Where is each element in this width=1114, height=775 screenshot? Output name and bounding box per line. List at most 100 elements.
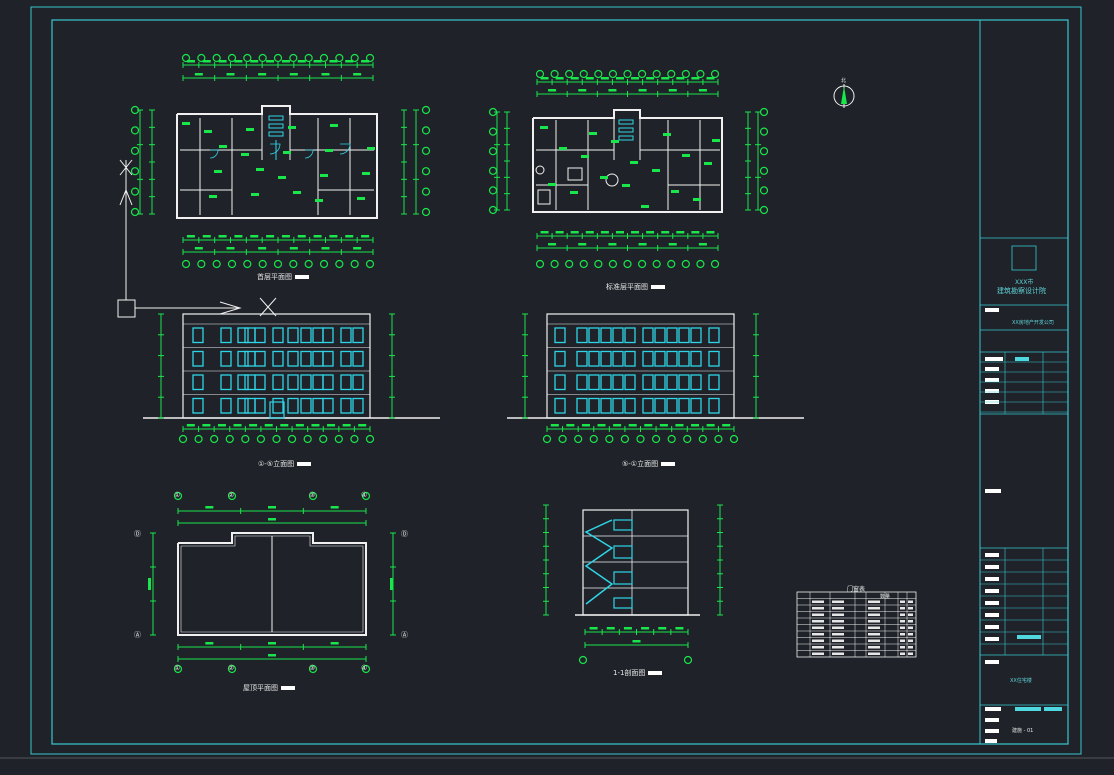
title-block-field [1044, 707, 1062, 711]
dimension-text [676, 231, 685, 234]
typical-floor-plan [532, 109, 723, 213]
window [666, 374, 678, 391]
first-floor-plan [176, 105, 378, 219]
window [642, 374, 654, 391]
room-label [278, 176, 286, 179]
section-window [613, 519, 633, 531]
dimension-text [600, 231, 609, 234]
room-label [704, 162, 712, 165]
window [220, 397, 232, 414]
window [588, 374, 600, 391]
title-block-field [985, 601, 999, 605]
axis-bubble-icon [652, 69, 661, 79]
axis-bubble-icon [243, 53, 252, 63]
dimension-text [698, 89, 707, 92]
window [220, 374, 232, 391]
axis-bubble-icon [698, 434, 707, 444]
section-window [613, 571, 633, 585]
roof-axis-4-bottom: ④ [361, 664, 368, 672]
window [708, 327, 720, 344]
ucs-icon [117, 159, 277, 318]
north-arrow-icon: 北 [833, 77, 855, 108]
dimension-text [615, 231, 624, 234]
stair [618, 135, 634, 141]
dimension-text [646, 77, 655, 80]
axis-bubble-icon [181, 259, 191, 269]
room-label [362, 172, 370, 175]
axis-bubble-icon [623, 69, 632, 79]
dimension-text [217, 424, 226, 427]
dimension-text [581, 424, 590, 427]
window [600, 374, 612, 391]
table-cell [832, 633, 844, 636]
cad-drawing-canvas[interactable]: 北 [0, 0, 1114, 775]
dimension-text [631, 77, 640, 80]
room-label [671, 190, 679, 193]
title-block-field [985, 660, 999, 664]
table-cell [832, 613, 844, 616]
room-label [219, 145, 227, 148]
table-cell [900, 613, 905, 616]
axis-bubble-icon [637, 259, 647, 269]
axis-bubble-icon [258, 259, 267, 269]
dimension-text [675, 627, 684, 630]
axis-bubble-icon [589, 434, 598, 444]
axis-bubble-icon [667, 259, 676, 269]
window [254, 350, 266, 367]
room-label [293, 191, 301, 194]
table-cell [812, 626, 824, 629]
room-label [357, 197, 365, 200]
table-icon [605, 173, 619, 187]
dimension-text [264, 424, 273, 427]
table-cell [868, 626, 880, 629]
roof-plan [148, 532, 393, 636]
dimension-text [613, 424, 622, 427]
axis-bubble-icon [130, 126, 140, 135]
axis-bubble-icon [488, 147, 498, 156]
roof-axis-a-right: Ⓐ [401, 631, 408, 639]
door-swing [269, 143, 281, 155]
window [340, 374, 352, 391]
axis-bubble-icon [421, 167, 431, 176]
window [654, 374, 666, 391]
axis-bubble-icon [243, 259, 252, 269]
title-block-field [985, 637, 999, 641]
window [244, 327, 256, 344]
room-label [251, 193, 259, 196]
room-label [241, 153, 249, 156]
plan-outline [176, 105, 378, 219]
window [322, 350, 334, 367]
window [708, 350, 720, 367]
dimension-text [646, 231, 655, 234]
window [600, 397, 612, 414]
axis-bubble-icon [350, 53, 359, 63]
axis-bubble-icon [212, 53, 221, 63]
axis-bubble-icon [210, 434, 219, 444]
room-label [204, 130, 212, 133]
window [322, 397, 334, 414]
dimension-text [258, 73, 267, 76]
window [576, 327, 588, 344]
table-cell [908, 600, 913, 603]
dimension-text [258, 247, 267, 250]
dimension-text [644, 424, 653, 427]
axis-bubble-icon [365, 434, 375, 444]
table-cell [812, 613, 824, 616]
table-cell [868, 652, 880, 655]
sink-icon [535, 165, 545, 175]
dimension-text [329, 235, 338, 238]
front-elevation-title: ①-⑤立面图 [258, 459, 312, 469]
dimension-text [250, 235, 259, 238]
room-label [214, 170, 222, 173]
dimension-text [548, 89, 557, 92]
window [678, 397, 690, 414]
svg-text:北: 北 [841, 77, 846, 84]
axis-bubble-icon [273, 259, 283, 269]
window [254, 327, 266, 344]
axis-bubble-icon [365, 259, 375, 269]
window [576, 350, 588, 367]
stair [268, 123, 284, 129]
elevation-outline [546, 313, 735, 419]
axis-bubble-icon [227, 259, 237, 269]
door-swing [209, 149, 219, 159]
